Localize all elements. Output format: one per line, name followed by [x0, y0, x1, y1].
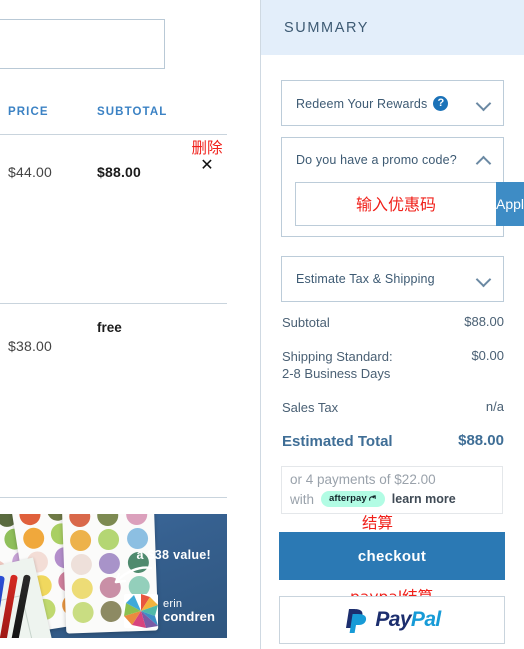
column-header-price: PRICE: [8, 106, 49, 118]
cell-subtotal: $88.00: [97, 164, 142, 180]
afterpay-line-1: or 4 payments of $22.00: [290, 472, 436, 487]
cart-column-headers: PRICE SUBTOTAL: [0, 106, 256, 130]
total-value: $88.00: [464, 314, 504, 329]
accordion-label-tax: Estimate Tax & Shipping: [296, 272, 435, 286]
paypal-icon: [346, 608, 367, 633]
totals-list: Subtotal $88.00 Shipping Standard: 2-8 B…: [282, 314, 504, 468]
paypal-wordmark: PayPal: [375, 608, 441, 632]
paypal-pay-text: Pay: [375, 608, 411, 631]
checkout-button[interactable]: checkout: [279, 532, 505, 580]
cart-column: oints. PRICE SUBTOTAL $44.00 $88.00 删除 ✕…: [0, 0, 256, 649]
accordion-promo-text: Do you have a promo code?: [296, 153, 457, 167]
paypal-pal-text: Pal: [410, 608, 441, 631]
accordion-promo-code[interactable]: Do you have a promo code? Apply: [281, 137, 524, 237]
afterpay-swirl-icon: [368, 495, 376, 501]
table-row: free $38.00: [0, 312, 256, 362]
accordion-rewards-text: Redeem Your Rewards: [296, 96, 428, 111]
total-row-sales-tax: Sales Tax n/a: [282, 399, 504, 417]
divider-bottom: [0, 497, 227, 498]
total-row-shipping: Shipping Standard: 2-8 Business Days $0.…: [282, 348, 504, 383]
checkout-annotation: 结算: [362, 514, 394, 532]
divider-top: [0, 134, 227, 135]
afterpay-logo: afterpay: [321, 491, 385, 507]
chevron-down-icon[interactable]: [475, 271, 492, 288]
afterpay-with-label: with: [290, 491, 315, 507]
estimated-total-label: Estimated Total: [282, 433, 393, 451]
promo-code-row: Apply: [295, 182, 524, 226]
estimated-total-value: $88.00: [458, 432, 504, 450]
afterpay-badge-text: afterpay: [329, 493, 367, 504]
close-icon[interactable]: ✕: [187, 157, 227, 173]
table-row: $44.00 $88.00 删除 ✕: [0, 140, 256, 200]
column-header-subtotal: SUBTOTAL: [97, 106, 168, 118]
total-row-subtotal: Subtotal $88.00: [282, 314, 504, 332]
afterpay-learn-more-link[interactable]: learn more: [392, 492, 456, 506]
chevron-up-icon[interactable]: [475, 155, 492, 172]
chevron-down-icon[interactable]: [475, 95, 492, 112]
brand-text: erin condren: [163, 598, 215, 624]
curved-arrow-icon: [114, 566, 153, 584]
rewards-note-box: oints.: [0, 19, 165, 69]
help-icon[interactable]: ?: [433, 96, 449, 111]
accordion-tax-text: Estimate Tax & Shipping: [296, 272, 435, 286]
accordion-label-promo: Do you have a promo code?: [296, 153, 457, 167]
cell-price: $44.00: [8, 164, 53, 180]
cart-page: oints. PRICE SUBTOTAL $44.00 $88.00 删除 ✕…: [0, 0, 524, 649]
apply-promo-button[interactable]: Apply: [496, 182, 524, 226]
promo-caption: a $38 value!: [136, 548, 211, 562]
cell-price: $38.00: [8, 338, 53, 354]
paypal-checkout-button[interactable]: PayPal: [279, 596, 505, 644]
accordion-estimate-tax-shipping[interactable]: Estimate Tax & Shipping: [281, 256, 504, 302]
afterpay-line-2: with afterpay learn more: [290, 491, 456, 507]
accordion-label-rewards: Redeem Your Rewards ?: [296, 96, 449, 111]
promo-code-input[interactable]: [295, 182, 496, 226]
page-title: SUMMARY: [284, 20, 370, 36]
total-label: Shipping Standard: 2-8 Business Days: [282, 348, 393, 382]
remove-annotation: 删除: [191, 139, 223, 157]
product-promo-image: a $38 value! erin condren: [0, 514, 227, 638]
pinwheel-icon: [124, 594, 159, 628]
cell-subtotal: free: [97, 320, 122, 335]
total-value: $0.00: [471, 347, 504, 363]
total-label: Subtotal: [282, 315, 330, 330]
summary-header: SUMMARY: [261, 0, 524, 55]
accordion-redeem-rewards[interactable]: Redeem Your Rewards ?: [281, 80, 504, 126]
total-row-estimated-total: Estimated Total $88.00: [282, 432, 504, 452]
brand-line-2: condren: [163, 608, 215, 624]
erin-condren-logo: erin condren: [124, 594, 215, 628]
afterpay-installments-box: or 4 payments of $22.00 with afterpay le…: [281, 466, 503, 514]
remove-item-control[interactable]: 删除 ✕: [187, 140, 227, 173]
total-label: Sales Tax: [282, 399, 339, 415]
total-value: n/a: [485, 398, 504, 414]
divider-middle: [0, 303, 227, 304]
